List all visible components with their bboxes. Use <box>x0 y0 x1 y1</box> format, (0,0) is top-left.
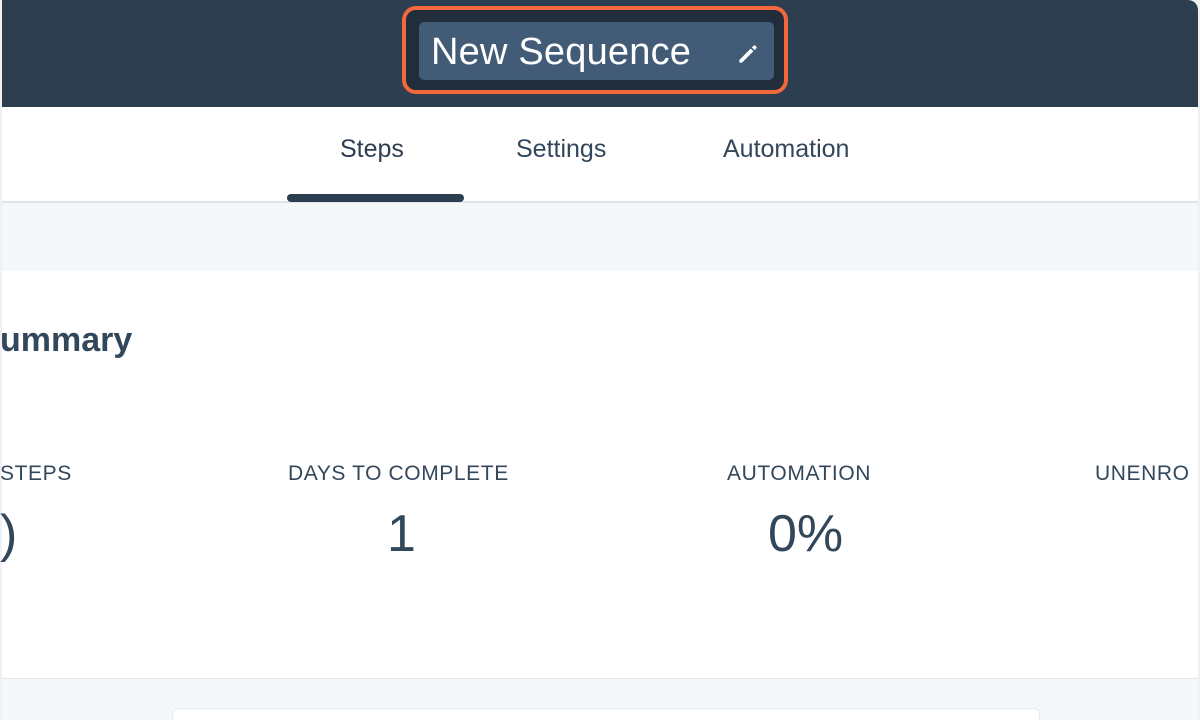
tab-steps[interactable]: Steps <box>340 135 404 164</box>
stat-value-automation: 0% <box>768 505 844 563</box>
stat-label-automation: AUTOMATION <box>727 462 872 485</box>
app-frame: New Sequence Steps Settings Automation u… <box>0 0 1200 720</box>
stat-value-days-to-complete: 1 <box>387 505 416 563</box>
tab-settings[interactable]: Settings <box>516 135 606 164</box>
stat-label-days-to-complete: DAYS TO COMPLETE <box>288 462 509 485</box>
sequence-name-field[interactable]: New Sequence <box>419 22 774 80</box>
sequence-name-text: New Sequence <box>431 31 692 73</box>
active-tab-indicator <box>287 194 464 202</box>
stat-label-unenrolled: UNENRO <box>1095 462 1190 485</box>
stat-label-steps: STEPS <box>0 462 72 485</box>
tab-bar: Steps Settings Automation <box>2 107 1198 203</box>
content-spacer <box>2 203 1198 271</box>
stat-value-steps: ) <box>0 505 18 563</box>
summary-title: ummary <box>0 321 133 359</box>
tab-automation[interactable]: Automation <box>723 135 849 164</box>
pencil-icon[interactable] <box>735 41 761 67</box>
steps-card-edge <box>172 708 1040 720</box>
bottom-area <box>2 679 1198 720</box>
summary-card: ummary STEPS ) DAYS TO COMPLETE 1 AUTOMA… <box>0 271 1198 679</box>
